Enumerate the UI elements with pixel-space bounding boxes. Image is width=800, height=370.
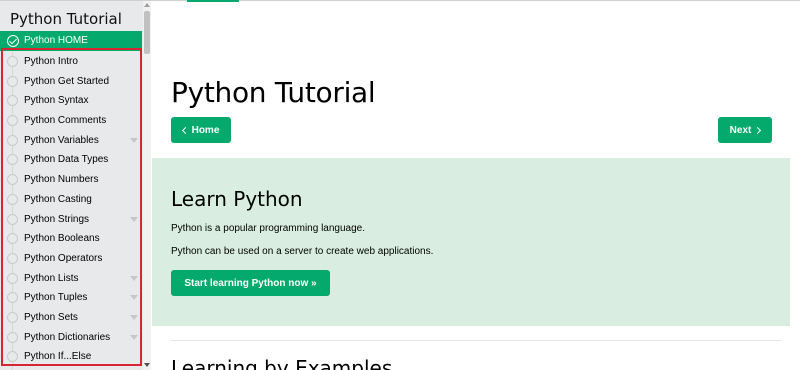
chevron-down-icon[interactable] (130, 334, 138, 340)
chevron-down-icon[interactable] (130, 314, 138, 320)
sidebar-item-label: Python Tuples (24, 292, 88, 304)
sidebar-item-label: Python Variables (24, 134, 99, 146)
sidebar-item-label: Python Syntax (24, 95, 89, 107)
circle-icon (7, 351, 18, 363)
sidebar-item-python-data-types[interactable]: Python Data Types (0, 150, 143, 170)
sidebar-item-label: Python Data Types (24, 154, 109, 166)
learn-python-panel: Learn Python Python is a popular program… (152, 158, 790, 326)
sidebar-item-label: Python Intro (24, 56, 78, 67)
sidebar-item-python-operators[interactable]: Python Operators (0, 249, 143, 269)
sidebar-item-label: Python Booleans (24, 233, 100, 245)
scroll-thumb[interactable] (144, 11, 150, 54)
sidebar-item-python-booleans[interactable]: Python Booleans (0, 229, 143, 249)
sidebar-item-label: Python Casting (24, 193, 92, 205)
sidebar-item-label: Python Operators (24, 252, 103, 264)
circle-icon (7, 292, 18, 304)
circle-icon (7, 331, 18, 343)
circle-icon (7, 154, 18, 166)
sidebar-item-label: Python Dictionaries (24, 331, 111, 343)
section-divider (171, 340, 781, 341)
sidebar-item-python-intro[interactable]: Python Intro (0, 52, 143, 72)
sidebar-item-label: Python Get Started (24, 75, 110, 87)
chevron-down-icon[interactable] (130, 137, 138, 143)
check-circle-icon (7, 35, 19, 47)
sidebar-item-label: Python HOME (24, 35, 88, 46)
sidebar-item-python-casting[interactable]: Python Casting (0, 190, 143, 210)
chevron-left-icon (181, 126, 189, 135)
circle-icon (7, 233, 18, 245)
page-title: Python Tutorial (171, 76, 376, 109)
next-button[interactable]: Next (718, 117, 772, 143)
circle-icon (7, 115, 18, 127)
sidebar-item-python-numbers[interactable]: Python Numbers (0, 170, 143, 190)
sidebar-item-python-if-else[interactable]: Python If...Else (0, 347, 143, 367)
sidebar-item-label: Python Numbers (24, 174, 99, 186)
home-button[interactable]: Home (171, 117, 231, 143)
sidebar-item-python-lists[interactable]: Python Lists (0, 269, 143, 289)
sidebar-item-label: Python Sets (24, 311, 78, 323)
sidebar-item-python-variables[interactable]: Python Variables (0, 131, 143, 151)
scroll-up-arrow-icon[interactable] (144, 3, 150, 7)
learn-heading: Learn Python (171, 187, 303, 211)
sidebar-item-label: Python Strings (24, 213, 90, 225)
learn-server-text: Python can be used on a server to create… (171, 246, 434, 257)
circle-icon (7, 56, 18, 67)
circle-icon (7, 272, 18, 284)
home-button-label: Home (191, 124, 220, 136)
circle-icon (7, 193, 18, 205)
circle-icon (7, 213, 18, 225)
sidebar-item-python-syntax[interactable]: Python Syntax (0, 91, 143, 111)
circle-icon (7, 134, 18, 146)
next-button-label: Next (729, 124, 752, 136)
sidebar-item-python-strings[interactable]: Python Strings (0, 210, 143, 230)
chevron-down-icon[interactable] (130, 275, 138, 281)
circle-icon (7, 75, 18, 87)
sidebar-scrollbar[interactable] (143, 1, 151, 370)
sidebar-item-python-sets[interactable]: Python Sets (0, 308, 143, 328)
chevron-down-icon[interactable] (130, 216, 138, 222)
circle-icon (7, 311, 18, 323)
sidebar-item-label: Python Comments (24, 115, 107, 127)
sidebar-item-python-tuples[interactable]: Python Tuples (0, 288, 143, 308)
sidebar-item-label: Python If...Else (24, 351, 92, 363)
sidebar: Python Tutorial Python HOME Python Intro… (0, 1, 151, 370)
sidebar-item-python-comments[interactable]: Python Comments (0, 111, 143, 131)
start-learning-button[interactable]: Start learning Python now » (171, 270, 330, 296)
chevron-down-icon[interactable] (130, 295, 138, 301)
sidebar-menu: Python Intro Python Get Started Python Syn… (0, 52, 143, 367)
chevron-right-icon (754, 126, 762, 135)
sidebar-item-label: Python Lists (24, 272, 79, 284)
circle-icon (7, 174, 18, 186)
examples-heading: Learning by Examples (171, 356, 393, 370)
scroll-down-arrow-icon[interactable] (144, 363, 150, 367)
sidebar-item-python-home[interactable]: Python HOME (0, 31, 142, 51)
circle-icon (7, 95, 18, 107)
sidebar-item-python-dictionaries[interactable]: Python Dictionaries (0, 328, 143, 348)
circle-icon (7, 252, 18, 264)
top-nav-indicator (187, 0, 239, 2)
sidebar-item-python-get-started[interactable]: Python Get Started (0, 72, 143, 92)
sidebar-title: Python Tutorial (10, 10, 122, 28)
learn-intro-text: Python is a popular programming language… (171, 223, 366, 234)
